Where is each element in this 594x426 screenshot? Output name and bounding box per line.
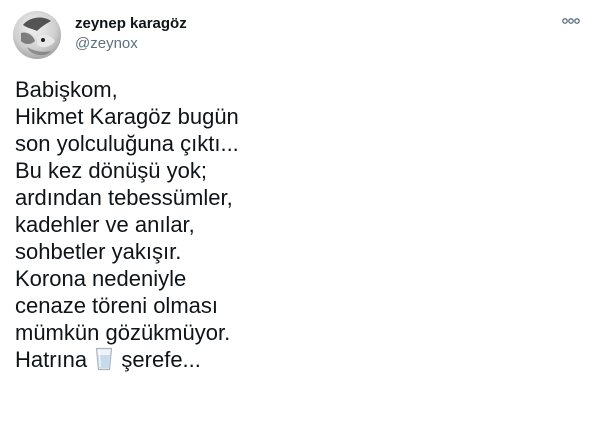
tweet-text-segment: Hatrına bbox=[15, 347, 88, 372]
glass-of-water-emoji-icon bbox=[95, 347, 113, 377]
tweet-header: zeynep karagöz @zeynox bbox=[75, 14, 187, 54]
tweet-text-segment: şerefe... bbox=[121, 347, 201, 372]
tweet-text-line: son yolculuğuna çıktı... bbox=[15, 131, 239, 156]
more-options-button[interactable] bbox=[556, 10, 586, 32]
avatar-image bbox=[13, 11, 61, 59]
display-name[interactable]: zeynep karagöz bbox=[75, 14, 187, 34]
tweet-text-line: Babişkom, bbox=[15, 77, 118, 102]
tweet-text-line: ardından tebessümler, bbox=[15, 185, 233, 210]
tweet-text: Babişkom, Hikmet Karagöz bugün son yolcu… bbox=[15, 76, 575, 373]
user-handle[interactable]: @zeynox bbox=[75, 34, 187, 54]
tweet-text-line: Bu kez dönüşü yok; bbox=[15, 158, 208, 183]
tweet-card: zeynep karagöz @zeynox Babişkom, Hikmet … bbox=[0, 0, 594, 426]
tweet-text-line: Hikmet Karagöz bugün bbox=[15, 104, 239, 129]
tweet-text-line: sohbetler yakışır. bbox=[15, 239, 182, 264]
ellipsis-icon bbox=[562, 18, 580, 24]
tweet-text-line: cenaze töreni olması bbox=[15, 293, 218, 318]
tweet-text-line: kadehler ve anılar, bbox=[15, 212, 195, 237]
tweet-text-last-line: Hatrına şerefe... bbox=[15, 346, 575, 373]
tweet-text-line: Korona nedeniyle bbox=[15, 266, 187, 291]
tweet-text-line: mümkün gözükmüyor. bbox=[15, 320, 231, 345]
avatar[interactable] bbox=[13, 11, 61, 59]
